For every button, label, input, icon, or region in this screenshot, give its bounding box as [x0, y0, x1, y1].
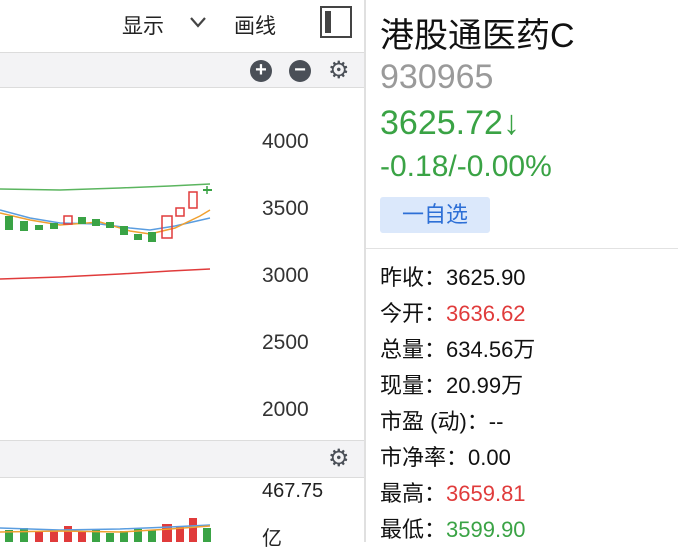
volume-max-label: 467.75: [262, 480, 324, 502]
volume-bar: [78, 532, 86, 542]
ma-line-green: [0, 183, 211, 191]
quote-stats: 昨收：3625.90 今开：3636.62 总量：634.56万 现量：20.9…: [380, 260, 535, 548]
draw-line-button[interactable]: 画线: [234, 10, 276, 40]
chart-toolbar: 显示 画线: [0, 0, 364, 50]
y-tick: 2000: [262, 398, 309, 421]
stat-value: --: [488, 409, 504, 434]
divider: [366, 248, 678, 249]
stat-row: 昨收：3625.90: [380, 260, 535, 296]
stat-value: 634.56万: [446, 337, 536, 362]
volume-bar: [189, 518, 197, 542]
chart-pane: 显示 画线 + − ⚙ 4000 3500 3000 2500 2000 ⚙ 4…: [0, 0, 364, 550]
y-tick: 3000: [262, 264, 309, 287]
stat-row: 最高：3659.81: [380, 476, 535, 512]
candle: [78, 217, 86, 224]
stat-label: 今开：: [380, 301, 447, 326]
stat-label: 现量：: [380, 373, 447, 398]
stat-value: 20.99万: [446, 373, 524, 398]
volume-bar: [64, 526, 72, 542]
gear-icon[interactable]: ⚙: [328, 447, 350, 471]
candle: [92, 219, 100, 226]
candle: [20, 221, 28, 231]
stat-label: 最高：: [380, 481, 447, 506]
price-change: -0.18/-0.00%: [380, 150, 552, 183]
y-tick: 4000: [262, 130, 309, 153]
y-tick: 2500: [262, 331, 309, 354]
stock-name: 港股通医药C: [380, 17, 575, 55]
candle: [50, 223, 58, 229]
kline-header: + − ⚙: [0, 52, 364, 88]
chevron-down-icon[interactable]: [188, 14, 208, 30]
candle: [106, 222, 114, 228]
quote-pane: 港股通医药C 930965 3625.72↓ -0.18/-0.00% 一自选 …: [366, 0, 678, 542]
stat-row: 现量：20.99万: [380, 368, 535, 404]
stat-value: 0.00: [468, 445, 511, 470]
volume-bar: [35, 532, 43, 542]
stat-value: 3625.90: [446, 265, 526, 290]
candle: [188, 191, 198, 209]
stat-value: 3636.62: [446, 301, 526, 326]
remove-watchlist-button[interactable]: 一自选: [380, 197, 490, 233]
candle: [120, 226, 128, 235]
stat-row: 总量：634.56万: [380, 332, 535, 368]
volume-bars: [5, 518, 211, 542]
candle: [148, 232, 156, 242]
stat-row: 市净率：0.00: [380, 440, 535, 476]
panel-toggle-icon[interactable]: [320, 6, 352, 38]
volume-bar: [148, 530, 156, 542]
display-menu-button[interactable]: 显示: [122, 10, 164, 40]
candle: [35, 225, 43, 230]
candle: [5, 216, 13, 230]
stat-row: 市盈 (动)：--: [380, 404, 535, 440]
stat-label: 昨收：: [380, 265, 447, 290]
volume-unit-label: 亿: [262, 528, 282, 550]
stat-value: 3659.81: [446, 481, 526, 506]
stat-label: 市净率：: [380, 445, 469, 470]
volume-bar: [106, 533, 114, 542]
stat-label: 最低：: [380, 517, 447, 542]
volume-bar: [203, 528, 211, 542]
stat-row: 今开：3636.62: [380, 296, 535, 332]
stat-label: 总量：: [380, 337, 447, 362]
candle: [175, 207, 185, 217]
ma-line-orange: [0, 209, 211, 235]
zoom-in-icon[interactable]: +: [250, 60, 272, 82]
candles: [5, 186, 212, 242]
stat-label: 市盈 (动)：: [380, 409, 489, 434]
ma-line-red: [0, 268, 211, 280]
kline-chart[interactable]: [0, 88, 364, 438]
candle: [134, 234, 142, 240]
stat-row: 最低：3599.90: [380, 512, 535, 548]
y-tick: 3500: [262, 197, 309, 220]
zoom-out-icon[interactable]: −: [289, 60, 311, 82]
gear-icon[interactable]: ⚙: [328, 59, 350, 83]
volume-header: ⚙: [0, 440, 364, 478]
last-price: 3625.72↓: [380, 104, 520, 142]
volume-bar: [20, 528, 28, 542]
stock-code: 930965: [380, 58, 494, 96]
stat-value: 3599.90: [446, 517, 526, 542]
